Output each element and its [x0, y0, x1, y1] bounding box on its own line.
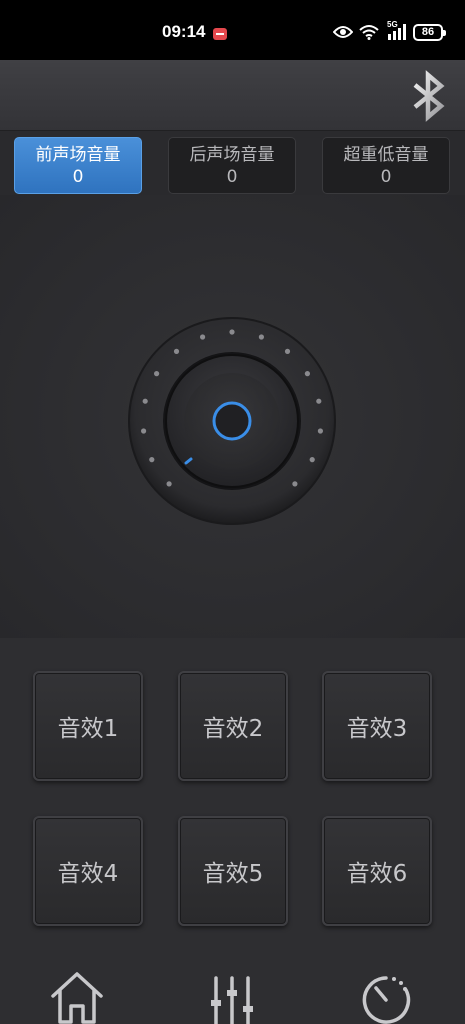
knob-tick-dot	[173, 348, 180, 354]
tab-value: 0	[226, 166, 238, 187]
knob-tick-dot	[292, 481, 298, 487]
volume-knob[interactable]	[0, 195, 465, 638]
notification-badge-icon	[213, 28, 227, 40]
tab-label: 超重低音量	[343, 144, 429, 165]
tab-label: 前声场音量	[35, 144, 121, 165]
knob-tick-dot	[317, 428, 323, 434]
bluetooth-icon[interactable]	[407, 70, 451, 122]
status-time: 09:14	[162, 22, 206, 41]
knob-tick-dot	[316, 398, 322, 404]
preset-button-4[interactable]: 音效4	[33, 816, 143, 926]
knob-tick-dot	[309, 457, 315, 463]
preset-button-6[interactable]: 音效6	[322, 816, 432, 926]
bottom-nav	[0, 958, 465, 1024]
timer-icon[interactable]	[356, 966, 416, 1024]
tab-front-volume[interactable]: 前声场音量 0	[14, 137, 142, 194]
tab-label: 后声场音量	[189, 144, 275, 165]
knob-tick-dot	[141, 428, 147, 434]
battery-indicator: 86	[413, 23, 446, 41]
home-icon[interactable]	[47, 966, 107, 1024]
preset-button-2[interactable]: 音效2	[178, 671, 288, 781]
status-bar: 09:14 5G 86	[0, 0, 465, 60]
knob-tick-dot	[142, 398, 148, 404]
knob-tick-dot	[154, 371, 160, 377]
knob-tick-dot	[229, 329, 235, 335]
knob-tick-dot	[166, 481, 172, 487]
signal-icon: 5G	[385, 20, 407, 40]
channel-tabs: 前声场音量 0 后声场音量 0 超重低音量 0	[0, 137, 465, 195]
knob-center-light	[212, 401, 252, 441]
tab-subwoofer-volume[interactable]: 超重低音量 0	[322, 137, 450, 194]
status-icons: 5G 86	[333, 20, 446, 42]
tab-value: 0	[72, 166, 84, 187]
knob-tick-dot	[149, 457, 155, 463]
knob-tick-dot	[258, 334, 264, 340]
preset-button-3[interactable]: 音效3	[322, 671, 432, 781]
tab-rear-volume[interactable]: 后声场音量 0	[168, 137, 296, 194]
knob-tick-dot	[200, 334, 206, 340]
knob-tick-dot	[284, 348, 291, 354]
knob-tick-dot	[304, 371, 310, 377]
preset-button-1[interactable]: 音效1	[33, 671, 143, 781]
equalizer-icon[interactable]	[202, 966, 262, 1024]
volume-knob-area	[0, 195, 465, 638]
wifi-icon	[359, 25, 379, 40]
preset-button-5[interactable]: 音效5	[178, 816, 288, 926]
effect-presets: 音效1 音效2 音效3 音效4 音效5 音效6	[0, 638, 465, 958]
tab-value: 0	[380, 166, 392, 187]
eye-icon	[333, 26, 353, 38]
app-header	[0, 60, 465, 131]
